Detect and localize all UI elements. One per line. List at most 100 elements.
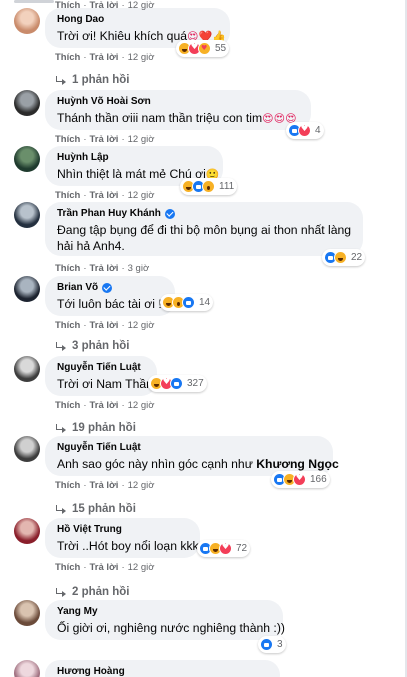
replies-count-label[interactable]: 2 phản hồi bbox=[72, 586, 130, 598]
like-link[interactable]: Thích bbox=[55, 134, 80, 145]
reaction-summary[interactable]: 111 bbox=[180, 178, 238, 195]
avatar[interactable] bbox=[14, 660, 40, 677]
avatar[interactable] bbox=[14, 202, 40, 228]
view-replies-link[interactable]: 3 phản hồi bbox=[56, 340, 130, 352]
reaction-summary[interactable]: 327 bbox=[148, 375, 207, 392]
comment-author-name[interactable]: Hồ Việt Trung bbox=[57, 524, 122, 535]
like-link[interactable]: Thích bbox=[55, 263, 80, 274]
separator: · bbox=[121, 480, 125, 491]
comment-author[interactable]: Hương Hoàng bbox=[57, 666, 268, 677]
avatar[interactable] bbox=[14, 146, 40, 172]
reaction-count: 4 bbox=[315, 125, 321, 136]
reaction-count: 14 bbox=[199, 297, 211, 308]
reply-link[interactable]: Trả lời bbox=[90, 400, 119, 411]
comment-author[interactable]: Nguyễn Tiến Luật bbox=[57, 362, 145, 373]
replies-count-label[interactable]: 15 phản hồi bbox=[72, 503, 136, 515]
comment-timestamp[interactable]: 12 giờ bbox=[128, 0, 155, 11]
reply-link[interactable]: Trả lời bbox=[90, 320, 119, 331]
avatar[interactable] bbox=[14, 436, 40, 462]
comment-timestamp[interactable]: 12 giờ bbox=[128, 400, 155, 411]
reaction-summary[interactable]: 55 bbox=[176, 40, 230, 57]
comment-author-name[interactable]: Huỳnh Lập bbox=[57, 152, 109, 163]
comment-bubble: Hồ Việt Trung Trời ..Hót boy nổi loạn kkk bbox=[45, 518, 200, 558]
avatar[interactable] bbox=[14, 518, 40, 544]
comment-text-body: Trời ơi! Khiêu khích quá bbox=[57, 29, 188, 43]
avatar[interactable] bbox=[14, 276, 40, 302]
reply-arrow-icon bbox=[56, 588, 67, 597]
comment-author-name[interactable]: Nguyễn Tiến Luật bbox=[57, 442, 141, 453]
comment-author-name[interactable]: Trần Phan Huy Khánh bbox=[57, 208, 161, 219]
reply-link[interactable]: Trả lời bbox=[90, 263, 119, 274]
view-replies-link[interactable]: 1 phản hồi bbox=[56, 74, 130, 86]
comment-timestamp[interactable]: 12 giờ bbox=[128, 134, 155, 145]
like-reaction-icon bbox=[260, 638, 273, 651]
reaction-summary[interactable]: 3 bbox=[258, 636, 286, 653]
avatar[interactable] bbox=[14, 8, 40, 34]
avatar[interactable] bbox=[14, 356, 40, 382]
comment-actions: Thích · Trả lời · 12 giờ bbox=[55, 480, 154, 491]
comment-author-name[interactable]: Hương Hoàng bbox=[57, 666, 125, 677]
comment-timestamp[interactable]: 12 giờ bbox=[128, 562, 155, 573]
comment-timestamp[interactable]: 12 giờ bbox=[128, 480, 155, 491]
avatar[interactable] bbox=[14, 600, 40, 626]
comment-author[interactable]: Yang My bbox=[57, 606, 271, 617]
comment-author-name[interactable]: Yang My bbox=[57, 606, 98, 617]
comment-actions: Thích · Trả lời · 12 giờ bbox=[55, 0, 154, 11]
reply-link[interactable]: Trả lời bbox=[90, 134, 119, 145]
comment-feed: Hong DaoTrời ơi! Khiêu khích quá😍❤️👍55Th… bbox=[0, 0, 407, 677]
replies-count-label[interactable]: 3 phản hồi bbox=[72, 340, 130, 352]
comment-timestamp[interactable]: 12 giờ bbox=[128, 190, 155, 201]
comment-timestamp[interactable]: 12 giờ bbox=[128, 320, 155, 331]
reaction-summary[interactable]: 72 bbox=[197, 540, 251, 557]
like-link[interactable]: Thích bbox=[55, 0, 80, 11]
comment-timestamp[interactable]: 3 giờ bbox=[128, 263, 150, 274]
view-replies-link[interactable]: 19 phản hồi bbox=[56, 422, 136, 434]
tagged-user-link[interactable]: Khương Ngọc bbox=[256, 457, 338, 471]
separator: · bbox=[83, 562, 87, 573]
reaction-summary[interactable]: 166 bbox=[271, 471, 330, 488]
comment-timestamp[interactable]: 12 giờ bbox=[128, 52, 155, 63]
comment-author-name[interactable]: Huỳnh Võ Hoài Sơn bbox=[57, 96, 151, 107]
reply-link[interactable]: Trả lời bbox=[90, 52, 119, 63]
comment-author[interactable]: Trần Phan Huy Khánh bbox=[57, 208, 351, 219]
like-link[interactable]: Thích bbox=[55, 320, 80, 331]
comment-text-body: Thánh thần ơiii nam thần triệu con tim bbox=[57, 111, 263, 125]
reaction-count: 3 bbox=[277, 639, 283, 650]
comment-author[interactable]: Hong Dao bbox=[57, 14, 218, 25]
reply-link[interactable]: Trả lời bbox=[90, 480, 119, 491]
separator: · bbox=[121, 263, 125, 274]
separator: · bbox=[83, 0, 87, 11]
avatar[interactable] bbox=[14, 90, 40, 116]
comment-author-name[interactable]: Brian Võ bbox=[57, 282, 98, 293]
reply-arrow-icon bbox=[56, 424, 67, 433]
comment-author-name[interactable]: Nguyễn Tiến Luật bbox=[57, 362, 141, 373]
comment-author[interactable]: Huỳnh Võ Hoài Sơn bbox=[57, 96, 299, 107]
comment-author[interactable]: Huỳnh Lập bbox=[57, 152, 211, 163]
like-link[interactable]: Thích bbox=[55, 190, 80, 201]
replies-count-label[interactable]: 19 phản hồi bbox=[72, 422, 136, 434]
view-replies-link[interactable]: 2 phản hồi bbox=[56, 586, 130, 598]
comment-author[interactable]: Nguyễn Tiến Luật bbox=[57, 442, 321, 453]
reaction-count: 166 bbox=[310, 474, 327, 485]
like-link[interactable]: Thích bbox=[55, 562, 80, 573]
like-link[interactable]: Thích bbox=[55, 400, 80, 411]
like-link[interactable]: Thích bbox=[55, 52, 80, 63]
comment-text-line2: hải hả Anh4. bbox=[57, 239, 125, 253]
reaction-summary[interactable]: 4 bbox=[286, 122, 324, 139]
comment-author[interactable]: Brian Võ bbox=[57, 282, 163, 293]
reply-arrow-icon bbox=[56, 76, 67, 85]
reply-link[interactable]: Trả lời bbox=[90, 190, 119, 201]
comment-actions: Thích · Trả lời · 12 giờ bbox=[55, 400, 154, 411]
verified-badge-icon bbox=[164, 208, 175, 219]
comment-text-body: Trời ..Hót boy nổi loạn kkk bbox=[57, 539, 199, 553]
reply-link[interactable]: Trả lời bbox=[90, 0, 119, 11]
replies-count-label[interactable]: 1 phản hồi bbox=[72, 74, 130, 86]
reaction-summary[interactable]: 14 bbox=[160, 294, 214, 311]
like-link[interactable]: Thích bbox=[55, 480, 80, 491]
comment-author-name[interactable]: Hong Dao bbox=[57, 14, 104, 25]
reaction-summary[interactable]: 22 bbox=[322, 249, 366, 266]
comment-text: Đang tập bụng để đi thi bộ môn bụng ai t… bbox=[57, 222, 351, 238]
view-replies-link[interactable]: 15 phản hồi bbox=[56, 503, 136, 515]
reply-link[interactable]: Trả lời bbox=[90, 562, 119, 573]
comment-author[interactable]: Hồ Việt Trung bbox=[57, 524, 188, 535]
